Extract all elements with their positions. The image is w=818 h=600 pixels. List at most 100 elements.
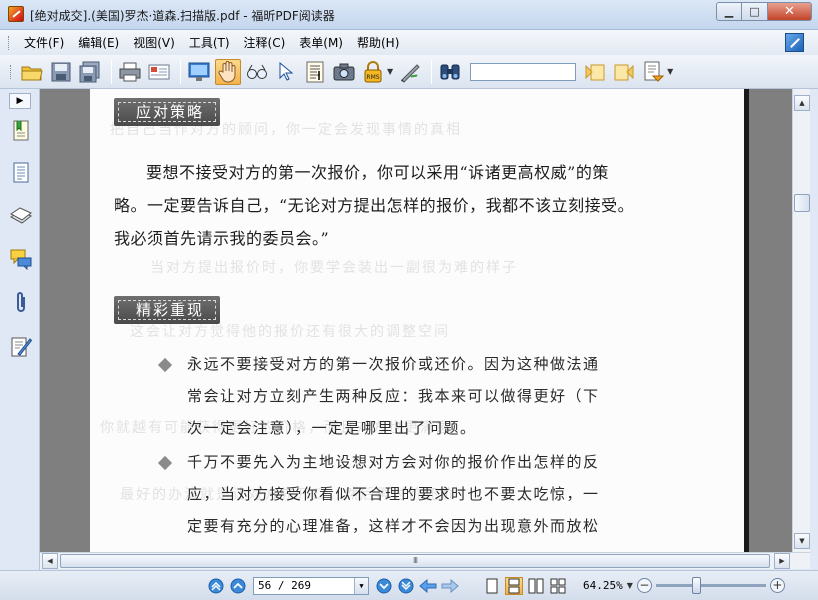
open-button[interactable] [19,59,45,85]
menu-help[interactable]: 帮助(H) [350,33,406,53]
email-button[interactable] [146,59,172,85]
layers-nav-button[interactable] [9,203,33,227]
scroll-left-button[interactable]: ◀ [42,553,58,569]
bullet-text-line: 永远不要接受对方的第一次报价或还价。因为这种做法通 [187,355,600,373]
menu-comments[interactable]: 注释(C) [237,33,293,53]
save-as-button[interactable] [77,59,103,85]
fullscreen-icon [188,62,210,81]
rms-dropdown-arrow[interactable]: ▼ [387,67,393,76]
arrow-left-icon [419,578,437,593]
fullscreen-button[interactable] [186,59,212,85]
menu-edit[interactable]: 编辑(E) [71,33,126,53]
last-page-button[interactable] [397,577,415,595]
toolbar-separator [431,59,433,84]
last-page-icon [398,578,414,593]
previous-page-button[interactable] [229,577,247,595]
diamond-bullet [157,455,173,471]
zoom-in-button[interactable]: + [769,578,785,593]
window-title: [绝对成交].(美国)罗杰·道森.扫描版.pdf - 福昕PDF阅读器 [30,9,335,23]
first-page-button[interactable] [207,577,225,595]
scroll-down-button[interactable]: ▼ [794,533,810,549]
zoom-level[interactable]: 64.25% [583,579,623,592]
rms-lock-icon: RMS [364,60,382,82]
menu-grip [8,35,11,50]
bookmarks-nav-button[interactable] [9,119,33,143]
bullet-text-line: 千万不要先入为主地设想对方会对你的报价作出怎样的反 [187,453,600,471]
previous-page-icon [230,578,246,593]
bullet-text-line: 定要有充分的心理准备，这样才不会因为出现意外而放松 [187,517,600,535]
rms-button[interactable]: RMS [360,59,386,85]
page-edge [744,89,749,552]
zoom-dropdown-arrow[interactable]: ▼ [627,581,633,590]
email-icon [148,64,170,79]
arrow-right-icon [441,578,459,593]
print-icon [119,62,141,81]
single-page-view-button[interactable] [483,577,501,595]
comments-nav-button[interactable] [9,247,33,271]
status-bar: 56 / 269 ▼ 64.25% ▼ − + [0,570,818,600]
zoom-slider[interactable] [655,577,766,594]
zoom-tool-button[interactable] [244,59,270,85]
toolbar-separator [111,59,112,84]
signatures-nav-button[interactable] [9,334,33,358]
continuous-facing-icon [550,578,566,593]
facing-view-button[interactable] [527,577,545,595]
find-previous-button[interactable] [582,59,608,85]
hand-tool-button[interactable] [215,58,241,85]
attachments-nav-button[interactable] [9,291,33,315]
open-icon [21,66,43,80]
save-button[interactable] [48,59,74,85]
toolbar-grip [10,64,13,79]
go-forward-button[interactable] [441,577,459,595]
scroll-right-button[interactable]: ▶ [774,553,790,569]
find-next-button[interactable] [611,59,637,85]
restore-layout-icon[interactable] [785,33,804,52]
continuous-page-icon [508,578,520,593]
menu-view[interactable]: 视图(V) [126,33,182,53]
facing-page-icon [528,578,544,593]
page-number-field[interactable]: 56 / 269 ▼ [253,576,369,595]
continuous-view-button[interactable] [505,576,523,595]
menu-file[interactable]: 文件(F) [17,33,71,53]
menu-forms[interactable]: 表单(M) [292,33,350,53]
vertical-scroll-thumb[interactable] [794,194,810,212]
go-back-button[interactable] [419,577,437,595]
continuous-facing-view-button[interactable] [549,577,567,595]
find-next-icon [614,64,634,80]
zoom-out-button[interactable]: − [636,578,652,593]
sign-button[interactable] [397,59,423,85]
document-viewport[interactable]: 把自己当作对方的顾问，你一定会发现事情的真相 当对方提出报价时，你要学会装出一副… [40,89,792,552]
paragraph-line: 略。一定要告诉自己，“无论对方提出怎样的报价，我都不该立刻接受。 [114,196,635,215]
text-select-icon [306,61,324,82]
nav-panel-toggle[interactable]: ▶ [9,93,31,109]
bleed-through-text: 当对方提出报价时，你要学会装出一副很为难的样子 [150,260,518,276]
close-button[interactable]: ✕ [768,2,812,21]
page-dropdown-arrow[interactable]: ▼ [354,577,368,594]
search-options-button[interactable] [640,59,666,85]
pages-nav-button[interactable] [9,161,33,185]
zoom-slider-knob[interactable] [691,577,701,594]
single-page-icon [486,578,498,593]
maximize-button[interactable]: □ [742,2,768,21]
scroll-up-button[interactable]: ▲ [794,95,810,111]
snapshot-icon [333,63,355,80]
snapshot-button[interactable] [331,59,357,85]
search-options-icon [644,61,665,82]
attachments-icon [17,292,25,312]
menu-tools[interactable]: 工具(T) [182,33,237,53]
print-button[interactable] [117,59,143,85]
horizontal-scrollbar[interactable]: ◀ III ▶ [40,552,810,569]
text-select-button[interactable] [302,59,328,85]
select-tool-button[interactable] [273,59,299,85]
menu-bar: 文件(F) 编辑(E) 视图(V) 工具(T) 注释(C) 表单(M) 帮助(H… [0,30,818,55]
horizontal-scroll-thumb[interactable]: III [60,554,770,568]
search-input[interactable] [470,62,577,81]
search-options-dropdown-arrow[interactable]: ▼ [667,67,673,76]
find-button[interactable] [437,59,463,85]
toolbar-separator [180,59,181,84]
bleed-through-text: 这会让对方觉得他的报价还有很大的调整空间 [130,324,450,340]
pdf-page: 把自己当作对方的顾问，你一定会发现事情的真相 当对方提出报价时，你要学会装出一副… [90,89,744,552]
vertical-scrollbar[interactable]: ▲ ▼ [792,89,810,552]
next-page-button[interactable] [375,577,393,595]
minimize-button[interactable]: ▁ [716,2,742,21]
